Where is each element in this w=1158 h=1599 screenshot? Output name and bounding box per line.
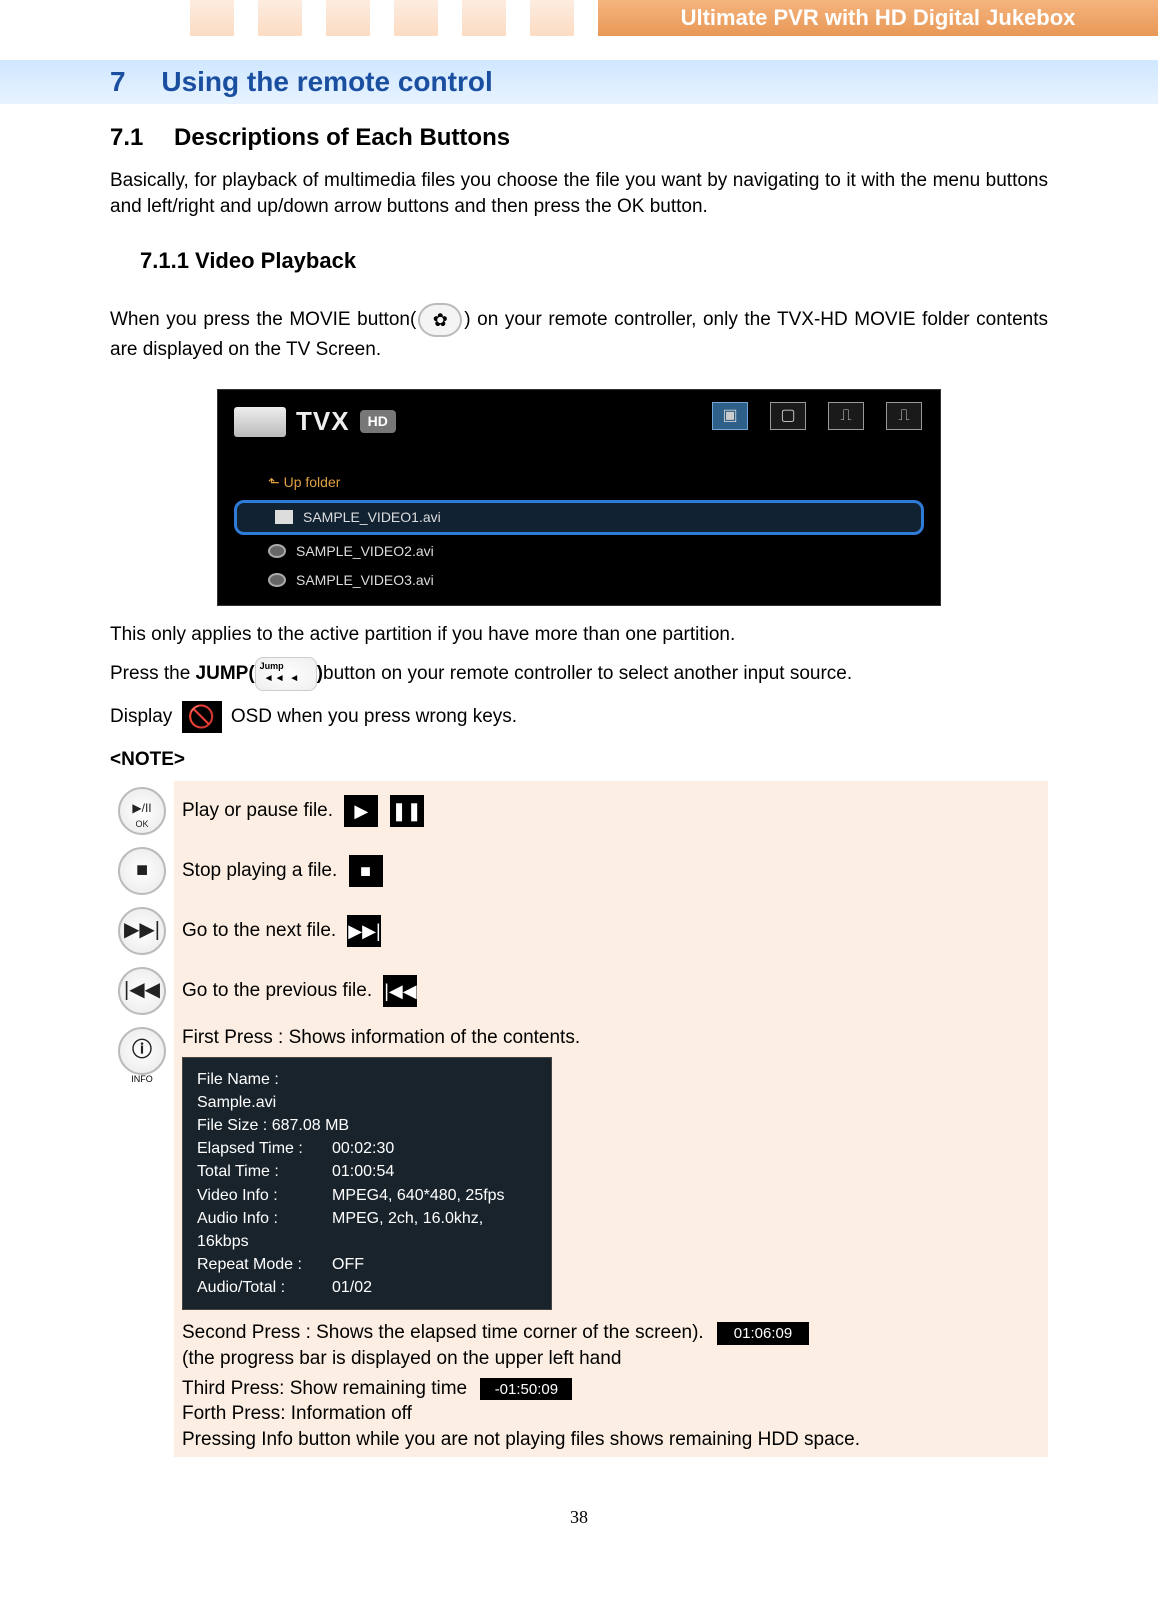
next-osd-icon: ▶▶| xyxy=(347,915,381,947)
intro-paragraph: Basically, for playback of multimedia fi… xyxy=(110,168,1048,219)
section-header: 7 Using the remote control xyxy=(0,60,1158,104)
source-display-icon: ▢ xyxy=(770,402,806,430)
play-osd-icon: ▶ xyxy=(344,795,378,827)
text: OK xyxy=(132,820,151,829)
label: Video Info : xyxy=(197,1184,332,1207)
table-row: ▶▶| Go to the next file. ▶▶| xyxy=(110,901,1048,961)
text: Press the xyxy=(110,663,196,684)
note-text: Play or pause file. xyxy=(182,800,333,821)
up-folder: Up folder xyxy=(230,449,928,498)
source-usb1-icon: ⎍ xyxy=(828,402,864,430)
note-text: Stop playing a file. xyxy=(182,860,337,881)
label: File Size : 687.08 MB xyxy=(197,1117,349,1134)
file-row: SAMPLE_VIDEO2.avi xyxy=(230,537,928,566)
play-ok-button-icon: ▶/II OK xyxy=(118,787,166,835)
note-text: First Press : Shows information of the c… xyxy=(182,1025,1040,1051)
prev-osd-icon: |◀◀ xyxy=(383,975,417,1007)
page-number: 38 xyxy=(0,1487,1158,1558)
text: ▶/II xyxy=(132,801,151,815)
pause-osd-icon: ❚❚ xyxy=(390,795,424,827)
text: When you press the MOVIE button( xyxy=(110,309,416,330)
subsubsection-7-1-1-heading: 7.1.1 Video Playback xyxy=(140,246,1048,276)
hd-badge: HD xyxy=(360,410,396,433)
logo-text: TVX xyxy=(296,404,350,439)
video-file-icon xyxy=(275,510,293,524)
text: OSD when you press wrong keys. xyxy=(226,706,517,727)
jump-paragraph: Press the JUMP()button on your remote co… xyxy=(110,657,1048,691)
file-row-selected: SAMPLE_VIDEO1.avi xyxy=(234,500,924,535)
table-row: |◀◀ Go to the previous file. |◀◀ xyxy=(110,961,1048,1021)
next-button-icon: ▶▶| xyxy=(118,907,166,955)
label: Elapsed Time : xyxy=(197,1137,332,1160)
value: Sample.avi xyxy=(197,1094,276,1111)
note-label: <NOTE> xyxy=(110,747,1048,773)
label: Repeat Mode : xyxy=(197,1253,332,1276)
movie-button-icon: ✿ xyxy=(418,303,462,337)
table-row: ▶/II OK Play or pause file. ▶ ❚❚ xyxy=(110,781,1048,841)
info-osd-panel: File Name : Sample.avi File Size : 687.0… xyxy=(182,1057,552,1311)
file-name: SAMPLE_VIDEO2.avi xyxy=(296,542,434,561)
value: 01:00:54 xyxy=(332,1163,394,1180)
note-text: Forth Press: Information off xyxy=(182,1401,1040,1427)
label: Audio/Total : xyxy=(197,1276,332,1299)
deco-tab xyxy=(462,0,506,36)
file-row: SAMPLE_VIDEO3.avi xyxy=(230,566,928,595)
info-button-label: INFO xyxy=(118,1073,166,1085)
deco-tab xyxy=(394,0,438,36)
note-text: Pressing Info button while you are not p… xyxy=(182,1427,1040,1453)
forbidden-osd-icon: 🚫 xyxy=(182,701,222,733)
device-logo-icon xyxy=(234,407,286,437)
tv-screen-mock: TVX HD ▣ ▢ ⎍ ⎍ Up folder SAMPLE_VIDEO1.a… xyxy=(217,389,941,606)
video-file-icon xyxy=(268,573,286,587)
deco-tab xyxy=(258,0,302,36)
partition-note: This only applies to the active partitio… xyxy=(110,622,1048,648)
info-button-icon: ⓘ xyxy=(118,1027,166,1075)
deco-tab xyxy=(326,0,370,36)
file-name: SAMPLE_VIDEO1.avi xyxy=(303,508,441,527)
file-name: SAMPLE_VIDEO3.avi xyxy=(296,571,434,590)
note-text: Second Press : Shows the elapsed time co… xyxy=(182,1322,704,1343)
source-icons: ▣ ▢ ⎍ ⎍ xyxy=(712,402,922,430)
text: JUMP( xyxy=(196,663,255,684)
value: 01:06:09 xyxy=(734,1325,792,1342)
wrong-key-paragraph: Display 🚫 OSD when you press wrong keys. xyxy=(110,701,1048,733)
table-row: ■ Stop playing a file. ■ xyxy=(110,841,1048,901)
value: MPEG4, 640*480, 25fps xyxy=(332,1187,505,1204)
note-table: ▶/II OK Play or pause file. ▶ ❚❚ ■ Stop … xyxy=(110,781,1048,1457)
elapsed-time-osd: 01:06:09 xyxy=(717,1322,809,1344)
value: 00:02:30 xyxy=(332,1140,394,1157)
note-text: Third Press: Show remaining time xyxy=(182,1378,467,1399)
source-usb2-icon: ⎍ xyxy=(886,402,922,430)
label: Total Time : xyxy=(197,1160,332,1183)
text: button on your remote controller to sele… xyxy=(323,663,852,684)
deco-tab xyxy=(190,0,234,36)
note-text: (the progress bar is displayed on the up… xyxy=(182,1346,1040,1372)
label: Audio Info : xyxy=(197,1207,332,1230)
section-number: 7 xyxy=(110,66,126,97)
top-decoration: Ultimate PVR with HD Digital Jukebox xyxy=(0,0,1158,36)
remaining-time-osd: -01:50:09 xyxy=(480,1378,572,1400)
stop-osd-icon: ■ xyxy=(349,855,383,887)
deco-tab xyxy=(530,0,574,36)
text: Display xyxy=(110,706,178,727)
jump-button-icon xyxy=(255,657,317,691)
note-text: Go to the previous file. xyxy=(182,980,372,1001)
prev-button-icon: |◀◀ xyxy=(118,967,166,1015)
value: 01/02 xyxy=(332,1279,372,1296)
movie-button-paragraph: When you press the MOVIE button(✿) on yo… xyxy=(110,303,1048,363)
note-text: Go to the next file. xyxy=(182,920,336,941)
video-file-icon xyxy=(268,544,286,558)
stop-button-icon: ■ xyxy=(118,847,166,895)
label: File Name : xyxy=(197,1071,279,1088)
header-banner: Ultimate PVR with HD Digital Jukebox xyxy=(598,0,1158,36)
source-hdd-icon: ▣ xyxy=(712,402,748,430)
section-title: Using the remote control xyxy=(161,66,492,97)
subsection-7-1-heading: 7.1 Descriptions of Each Buttons xyxy=(110,122,1048,154)
subsection-number: 7.1 xyxy=(110,124,143,151)
table-row: ⓘ INFO First Press : Shows information o… xyxy=(110,1021,1048,1457)
value: OFF xyxy=(332,1256,364,1273)
subsection-title: Descriptions of Each Buttons xyxy=(174,124,510,151)
value: -01:50:09 xyxy=(495,1381,558,1398)
